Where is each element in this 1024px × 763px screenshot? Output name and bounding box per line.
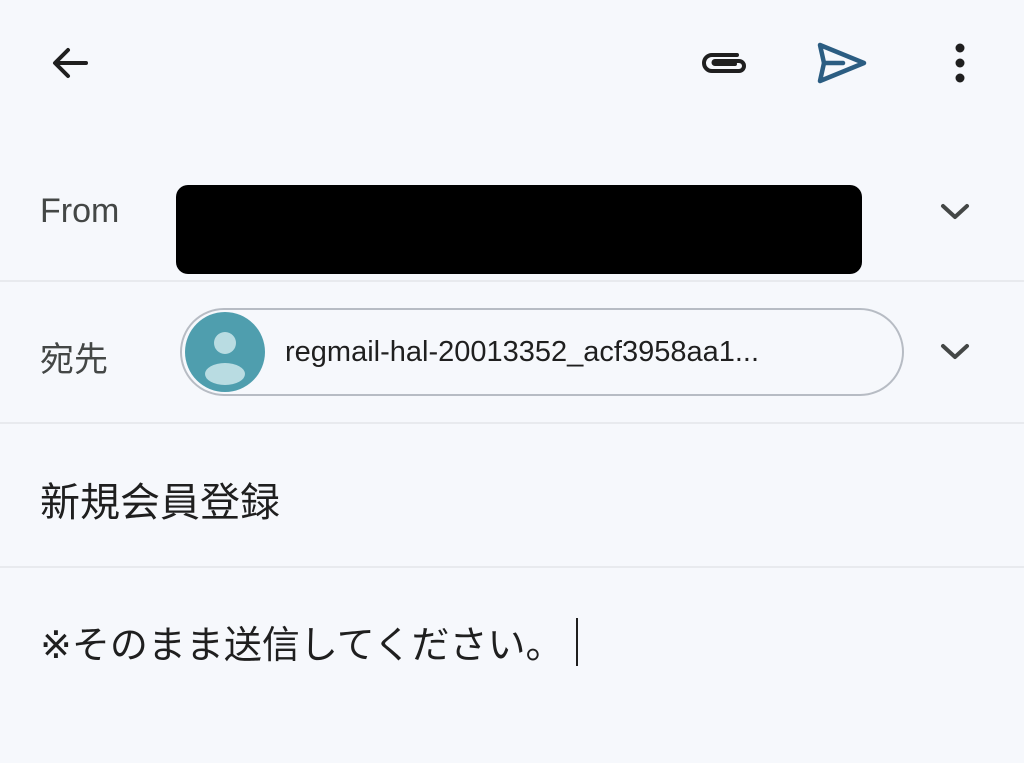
text-caret: [575, 617, 578, 666]
arrow-left-icon: [53, 48, 88, 78]
recipient-chip[interactable]: regmail-hal-20013352_acf3958aa1...: [180, 308, 904, 396]
compose-screen: From 宛先 regmail-hal-20013352_acf3958aa1.…: [0, 0, 1024, 763]
attach-button[interactable]: [688, 27, 760, 99]
chevron-down-icon: [941, 344, 969, 359]
from-expand-button[interactable]: [925, 182, 985, 242]
from-address-redacted[interactable]: [176, 185, 862, 274]
more-options-button[interactable]: [924, 27, 996, 99]
paperclip-icon: [702, 53, 746, 73]
from-label: From: [40, 192, 120, 230]
body-text: ※そのまま送信してください。: [40, 614, 578, 669]
compose-body[interactable]: ※そのまま送信してください。: [0, 570, 1024, 763]
person-avatar-icon: [185, 312, 265, 392]
send-button[interactable]: [806, 27, 878, 99]
more-vert-icon: [955, 43, 965, 83]
recipient-address: regmail-hal-20013352_acf3958aa1...: [285, 335, 760, 368]
chevron-down-icon: [941, 204, 969, 219]
to-label: 宛先: [40, 341, 108, 379]
to-row: 宛先 regmail-hal-20013352_acf3958aa1...: [0, 282, 1024, 424]
back-button[interactable]: [34, 27, 106, 99]
subject-field[interactable]: 新規会員登録: [40, 470, 940, 526]
to-expand-button[interactable]: [925, 322, 985, 382]
send-icon: [817, 42, 867, 84]
subject-row: 新規会員登録: [0, 424, 1024, 568]
top-toolbar: [0, 0, 1024, 125]
from-row: From: [0, 150, 1024, 282]
body-content: ※そのまま送信してください。: [40, 623, 564, 667]
